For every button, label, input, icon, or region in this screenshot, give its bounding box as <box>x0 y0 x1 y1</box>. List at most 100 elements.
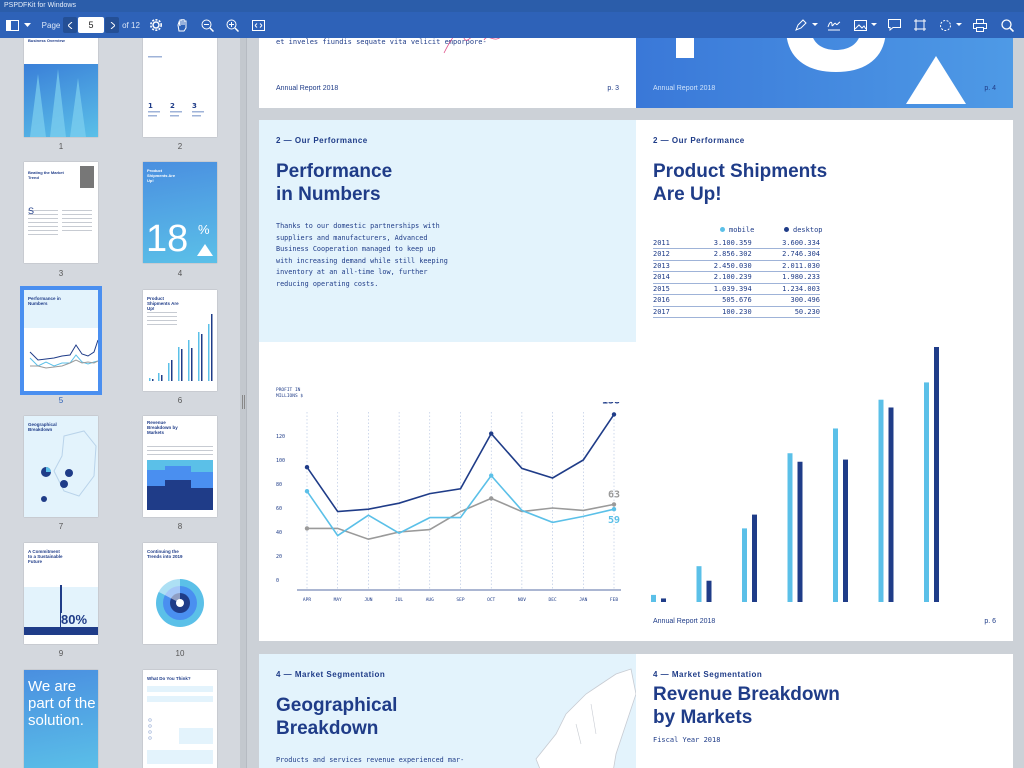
signature-icon[interactable] <box>826 12 842 38</box>
thumbnail-page-10[interactable]: Continuing the Trends into 2019 <box>143 543 217 644</box>
search-icon[interactable] <box>998 12 1016 38</box>
page-number-input[interactable]: 5 <box>78 17 104 33</box>
pan-hand-icon[interactable] <box>174 12 190 38</box>
page-7-title-2: Breakdown <box>276 718 379 739</box>
window-title: PSPDFKit for Windows <box>4 2 76 9</box>
window-title-bar: PSPDFKit for Windows <box>0 0 1024 12</box>
page-5: 2 — Our Performance Performance in Numbe… <box>259 120 636 641</box>
thumb-label-1: 1 <box>58 142 64 151</box>
page-6-title-2: Are Up! <box>653 184 722 205</box>
line-chart-ylabel: PROFIT IN MILLIONS $ <box>276 388 304 399</box>
thumb-4-arrow-icon <box>197 244 213 256</box>
data-point <box>304 526 310 531</box>
sidebar-icon[interactable] <box>4 12 20 38</box>
page-4: Annual Report 2018 p. 4 <box>636 38 1013 108</box>
page-3-signature-art <box>443 38 501 54</box>
page-3-footer-left: Annual Report 2018 <box>276 85 339 92</box>
bar-desktop <box>934 347 939 602</box>
crop-icon[interactable] <box>912 12 928 38</box>
thumbnail-page-12[interactable]: What Do You Think? <box>143 670 217 768</box>
print-icon[interactable] <box>971 12 989 38</box>
series-end-label: 59 <box>608 515 620 526</box>
thumbnail-sidebar: Business Overview 1 1 2 3 4 5 6 2 Beating the… <box>0 38 240 768</box>
bar-mobile <box>878 399 884 602</box>
fit-page-icon[interactable] <box>250 12 266 38</box>
pen-icon[interactable] <box>793 12 809 38</box>
splitter-grip-icon <box>242 395 245 409</box>
series-line <box>306 474 615 537</box>
thumbnail-page-1[interactable]: Business Overview <box>24 38 98 137</box>
next-page-icon[interactable] <box>105 17 119 33</box>
page-8-section: 4 — Market Segmentation <box>653 670 763 679</box>
svg-text:S: S <box>28 206 34 216</box>
settings-icon[interactable] <box>148 12 164 38</box>
page-5-title-2: in Numbers <box>276 184 381 205</box>
x-tick-label: DEC <box>549 597 557 603</box>
x-tick-label: NOV <box>518 597 526 603</box>
data-point <box>611 507 617 512</box>
thumb-8-area-chart <box>147 446 213 510</box>
page-6: 2 — Our Performance Product Shipments Ar… <box>636 120 1013 641</box>
thumbnail-page-11[interactable]: We are part of the solution. <box>24 670 98 768</box>
data-point <box>304 465 310 470</box>
thumb-5-line-chart <box>29 339 98 369</box>
zoom-out-icon[interactable] <box>199 12 215 38</box>
page-7-map <box>535 668 636 768</box>
chevron-down-icon[interactable] <box>22 12 32 38</box>
data-point <box>489 431 494 436</box>
toolbar: Page 5 of 12 <box>0 12 1024 38</box>
page-3: et inveles fiundis sequate vita velicit … <box>259 38 636 108</box>
thumb-9-title: A Commitment to a Sustainable Future <box>28 549 63 564</box>
thumb-4-title: Product Shipments Are Up! <box>147 168 176 183</box>
page-7-section: 4 — Market Segmentation <box>276 670 386 679</box>
series-end-label: 138 <box>602 402 620 406</box>
x-tick-label: JAN <box>579 597 587 603</box>
thumbnail-page-2[interactable]: 123456 <box>143 38 217 137</box>
page-7: 4 — Market Segmentation Geographical Bre… <box>259 654 636 768</box>
x-tick-label: JUL <box>395 597 403 603</box>
thumb-label-3: 3 <box>58 269 64 278</box>
prev-page-icon[interactable] <box>63 17 77 33</box>
bar-mobile <box>833 428 838 602</box>
thumb-label-5: 5 <box>58 396 64 405</box>
thumb-1-cover-art <box>24 64 98 137</box>
page-5-section: 2 — Our Performance <box>276 136 368 145</box>
svg-text:2: 2 <box>170 102 175 110</box>
sidebar-splitter[interactable] <box>240 38 247 768</box>
document-view[interactable]: et inveles fiundis sequate vita velicit … <box>248 38 1024 768</box>
thumb-label-9: 9 <box>58 649 64 658</box>
x-tick-label: SEP <box>456 597 464 603</box>
bar-desktop <box>706 580 712 602</box>
thumbnail-page-6[interactable]: Product Shipments Are Up! <box>143 290 217 391</box>
thumbnail-page-3[interactable]: Beating the Market Trend S <box>24 162 98 263</box>
thumbnail-page-8[interactable]: Revenue Breakdown by Markets <box>143 416 217 517</box>
thumb-10-radial-chart <box>156 577 204 627</box>
pen-menu-chevron-icon[interactable] <box>811 12 819 38</box>
x-tick-label: AUG <box>426 597 434 603</box>
page-6-section: 2 — Our Performance <box>653 136 745 145</box>
x-tick-label: FEB <box>610 597 618 603</box>
comment-icon[interactable] <box>886 12 902 38</box>
bar-desktop <box>661 598 666 602</box>
selection-menu-chevron-icon[interactable] <box>955 12 963 38</box>
thumbnail-page-9[interactable]: A Commitment to a Sustainable Future 80% <box>24 543 98 644</box>
zoom-in-icon[interactable] <box>224 12 240 38</box>
bar-desktop <box>797 461 803 602</box>
page-8-title-1: Revenue Breakdown <box>653 684 840 705</box>
y-tick-label: 0 <box>276 578 279 584</box>
x-tick-label: MAY <box>334 597 342 603</box>
page-total: of 12 <box>122 20 140 30</box>
thumb-label-6: 6 <box>177 396 183 405</box>
selection-icon[interactable] <box>937 12 953 38</box>
image-menu-chevron-icon[interactable] <box>870 12 878 38</box>
image-icon[interactable] <box>852 12 868 38</box>
svg-text:1: 1 <box>148 102 153 110</box>
bar-mobile <box>787 453 793 602</box>
thumb-4-percent: % <box>198 222 210 237</box>
thumbnail-page-4[interactable]: Product Shipments Are Up! 18 % <box>143 162 217 263</box>
profit-line-chart: 0 20 40 60 80 100 120 APR MAY JUN JUL AUG SEP OCT NOV D… <box>276 402 621 603</box>
thumbnail-page-5[interactable]: Performance in Numbers <box>20 286 102 395</box>
x-tick-label: JUN <box>364 597 372 603</box>
y-tick-label: 20 <box>276 554 282 560</box>
thumbnail-page-7[interactable]: Geographical Breakdown <box>24 416 98 517</box>
